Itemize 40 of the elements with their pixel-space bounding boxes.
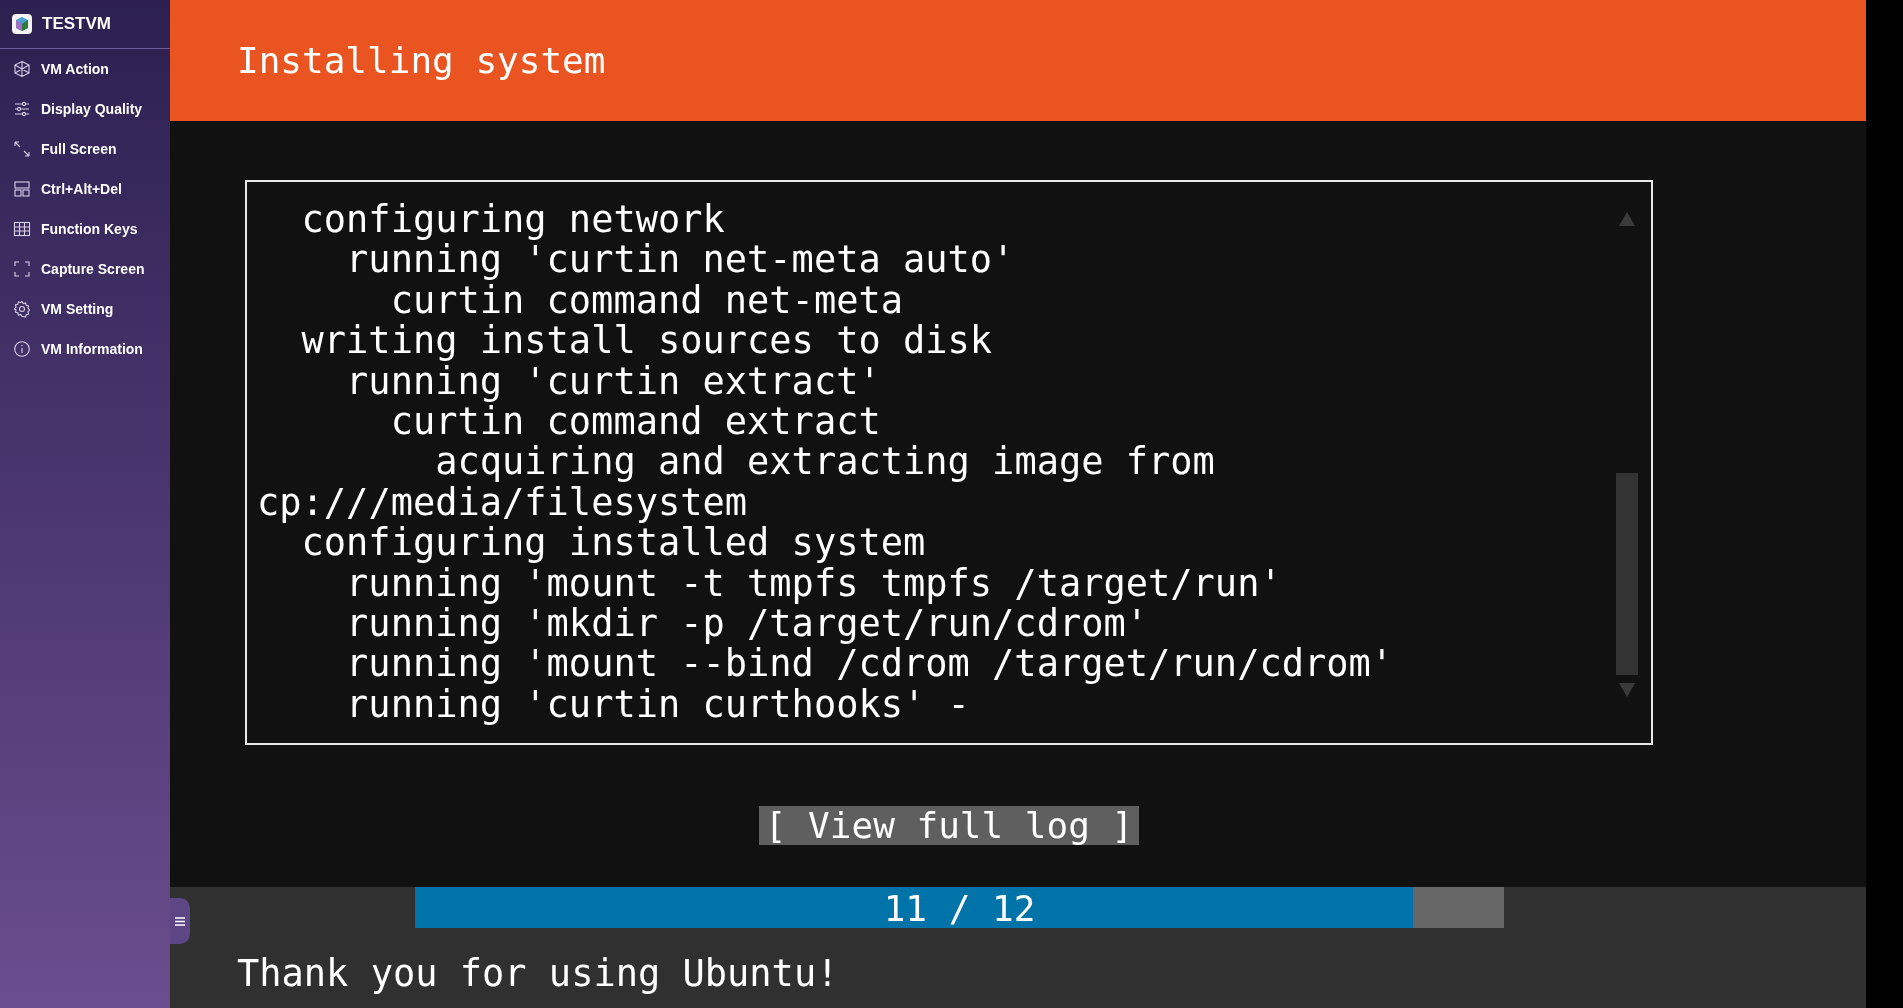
log-line: configuring installed system [301, 523, 926, 564]
cube-icon [13, 60, 31, 78]
scroll-up-icon[interactable] [1619, 212, 1635, 226]
log-line: writing install sources to disk [301, 321, 993, 362]
capture-icon [13, 260, 31, 278]
log-line: running 'mount --bind /cdrom /target/run/cdrom' [346, 644, 1394, 685]
layout-icon [13, 180, 31, 198]
log-line: running 'curtin net-meta auto' [346, 240, 1015, 281]
sidebar-item[interactable]: Full Screen [0, 129, 170, 169]
sidebar-item[interactable]: VM Action [0, 49, 170, 89]
log-line: acquiring and extracting image from [435, 442, 1215, 483]
scroll-thumb[interactable] [1616, 473, 1638, 675]
log-line: curtin command extract [390, 402, 881, 443]
log-line: curtin command net-meta [390, 280, 903, 322]
log-line: running 'curtin curthooks' - [346, 684, 970, 726]
log-line: running 'mkdir -p /target/run/cdrom' [346, 604, 1149, 645]
footer-message: Thank you for using Ubuntu! [237, 954, 839, 994]
sidebar-item[interactable]: VM Setting [0, 289, 170, 329]
grid-icon [13, 220, 31, 238]
log-line: running 'mount -t tmpfs tmpfs /target/run' [346, 563, 1282, 605]
menu-icon[interactable] [175, 916, 185, 926]
screen-title: Installing system [237, 40, 606, 81]
sidebar-item[interactable]: Ctrl+Alt+Del [0, 169, 170, 209]
log-line: cp:///media/filesystem [257, 482, 748, 524]
expand-icon [13, 140, 31, 158]
sliders-icon [13, 100, 31, 118]
progress-label: 11 / 12 [883, 887, 1036, 928]
sidebar-item[interactable]: Display Quality [0, 89, 170, 129]
sidebar-item[interactable]: VM Information [0, 329, 170, 369]
scroll-down-icon[interactable] [1619, 683, 1635, 697]
log-line: configuring network [301, 200, 725, 241]
app-logo-icon [12, 14, 32, 34]
info-icon [13, 340, 31, 358]
vm-name: TESTVM [42, 14, 111, 34]
sidebar-item[interactable]: Function Keys [0, 209, 170, 249]
sidebar-item[interactable]: Capture Screen [0, 249, 170, 289]
gear-icon [13, 300, 31, 318]
log-line: running 'curtin extract' [346, 361, 881, 403]
collapse-tab[interactable] [170, 898, 190, 944]
view-log-button[interactable]: [ View full log ] [758, 806, 1140, 845]
